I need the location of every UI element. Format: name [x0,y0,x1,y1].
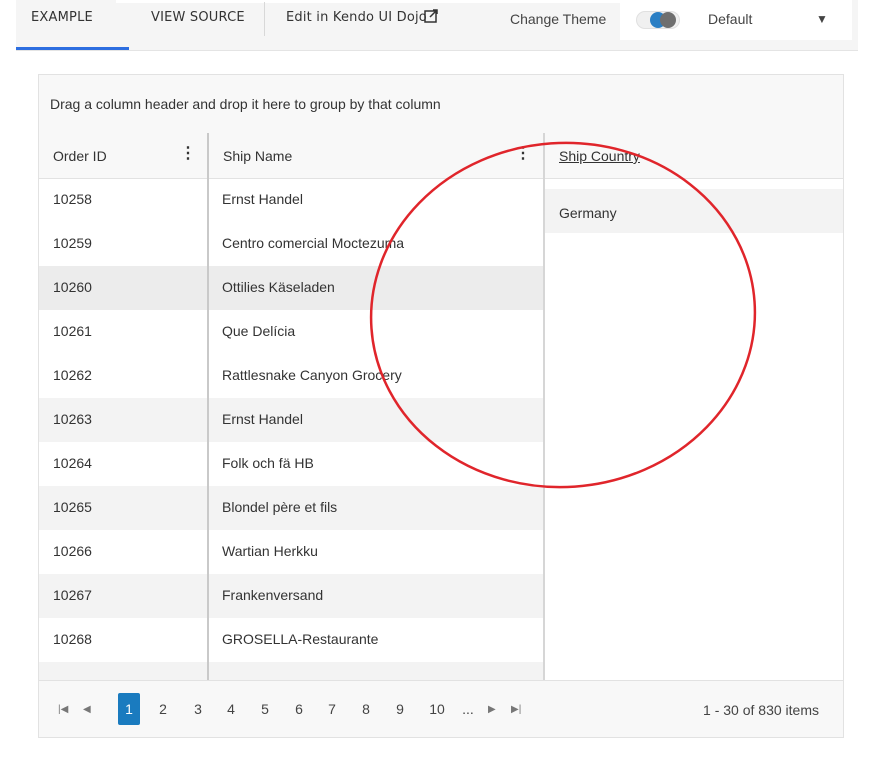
order-id-cell: 10268 [53,631,92,647]
ship-name-cell: Wartian Herkku [222,543,318,559]
table-row[interactable]: 10263 Ernst Handel [39,398,545,442]
order-id-cell: 10259 [53,235,92,251]
demo-toolbar: EXAMPLE VIEW SOURCE Edit in Kendo UI Doj… [16,0,858,51]
column-menu-icon[interactable]: ⋮ [515,146,531,162]
order-id-cell: 10261 [53,323,92,339]
first-page-icon[interactable]: |◀ [58,704,68,715]
more-pages-button[interactable]: ... [457,693,479,725]
table-row[interactable]: 10260 Ottilies Käseladen [39,266,545,310]
page-button[interactable]: 8 [355,693,377,725]
page-button[interactable]: 5 [254,693,276,725]
change-theme-label: Change Theme [510,11,607,27]
ship-country-cell: Germany [545,189,843,233]
group-drop-panel[interactable]: Drag a column header and drop it here to… [39,75,843,134]
column-header-ship-country[interactable]: Ship Country [545,133,843,178]
order-id-cell: 10263 [53,411,92,427]
ship-name-cell: Que Delícia [222,323,296,339]
page-button[interactable]: 1 [118,693,140,725]
page-button[interactable]: 2 [152,693,174,725]
tab-view-source[interactable]: VIEW SOURCE [151,10,245,25]
ship-name-cell: Ernst Handel [222,411,303,427]
edit-in-dojo-link[interactable]: Edit in Kendo UI Dojo [286,10,427,25]
grid-body: 10258 Ernst Handel 10259 Centro comercia… [39,178,545,680]
ship-name-cell: Centro comercial Moctezuma [222,235,405,251]
table-row[interactable]: 10266 Wartian Herkku [39,530,545,574]
table-row[interactable]: 10262 Rattlesnake Canyon Grocery [39,354,545,398]
theme-value: Default [708,11,753,27]
column-menu-icon[interactable]: ⋮ [180,146,196,162]
orders-grid: Drag a column header and drop it here to… [38,74,844,738]
table-row[interactable]: 10265 Blondel père et fils [39,486,545,530]
table-row[interactable]: 10267 Frankenversand [39,574,545,618]
page-button[interactable]: 9 [389,693,411,725]
order-id-cell: 10266 [53,543,92,559]
active-tab-indicator [16,47,129,50]
page-button[interactable]: 10 [424,693,450,725]
table-row[interactable] [39,662,545,680]
table-row[interactable]: 10259 Centro comercial Moctezuma [39,222,545,266]
page-button[interactable]: 3 [187,693,209,725]
table-row[interactable]: 10264 Folk och fä HB [39,442,545,486]
page-button[interactable]: 6 [288,693,310,725]
ship-name-cell: Rattlesnake Canyon Grocery [222,367,402,383]
ship-name-cell: Frankenversand [222,587,324,603]
pager-info: 1 - 30 of 830 items [703,702,819,718]
grid-pager: |◀ ◀ 1 2 3 4 5 6 7 8 9 10 ... ▶ ▶| 1 - 3… [39,680,843,737]
grid-header: Order ID ⋮ Ship Name ⋮ Ship Country [39,133,843,179]
ship-name-cell: Ottilies Käseladen [222,279,335,295]
theme-dropdown[interactable]: Default ▼ [620,0,852,40]
chevron-down-icon[interactable]: ▼ [816,12,828,26]
table-row[interactable]: 10261 Que Delícia [39,310,545,354]
table-row[interactable]: 10258 Ernst Handel [39,178,545,222]
ship-name-cell: Ernst Handel [222,191,303,207]
column-header-order-id[interactable]: Order ID ⋮ [39,133,209,178]
ship-name-cell: Folk och fä HB [222,455,314,471]
last-page-icon[interactable]: ▶| [511,704,521,715]
column-title: Order ID [53,148,107,164]
external-link-icon[interactable] [424,9,438,23]
order-id-cell: 10262 [53,367,92,383]
theme-swatch-grey-icon [660,12,676,28]
order-id-cell: 10267 [53,587,92,603]
order-id-cell: 10265 [53,499,92,515]
toolbar-divider [264,2,265,36]
page-button[interactable]: 4 [220,693,242,725]
order-id-cell: 10264 [53,455,92,471]
order-id-cell: 10260 [53,279,92,295]
page-button[interactable]: 7 [321,693,343,725]
column-divider[interactable] [207,178,209,680]
column-title: Ship Name [223,148,293,164]
next-page-icon[interactable]: ▶ [488,704,496,715]
table-row[interactable]: 10268 GROSELLA-Restaurante [39,618,545,662]
column-title: Ship Country [559,148,640,164]
ship-name-cell: Blondel père et fils [222,499,338,515]
prev-page-icon[interactable]: ◀ [83,704,91,715]
group-hint: Drag a column header and drop it here to… [50,96,441,112]
ship-name-cell: GROSELLA-Restaurante [222,631,379,647]
column-divider[interactable] [543,178,545,680]
ship-country-value: Germany [559,205,617,221]
order-id-cell: 10258 [53,191,92,207]
tab-example[interactable]: EXAMPLE [31,10,93,25]
column-header-ship-name[interactable]: Ship Name ⋮ [209,133,545,178]
